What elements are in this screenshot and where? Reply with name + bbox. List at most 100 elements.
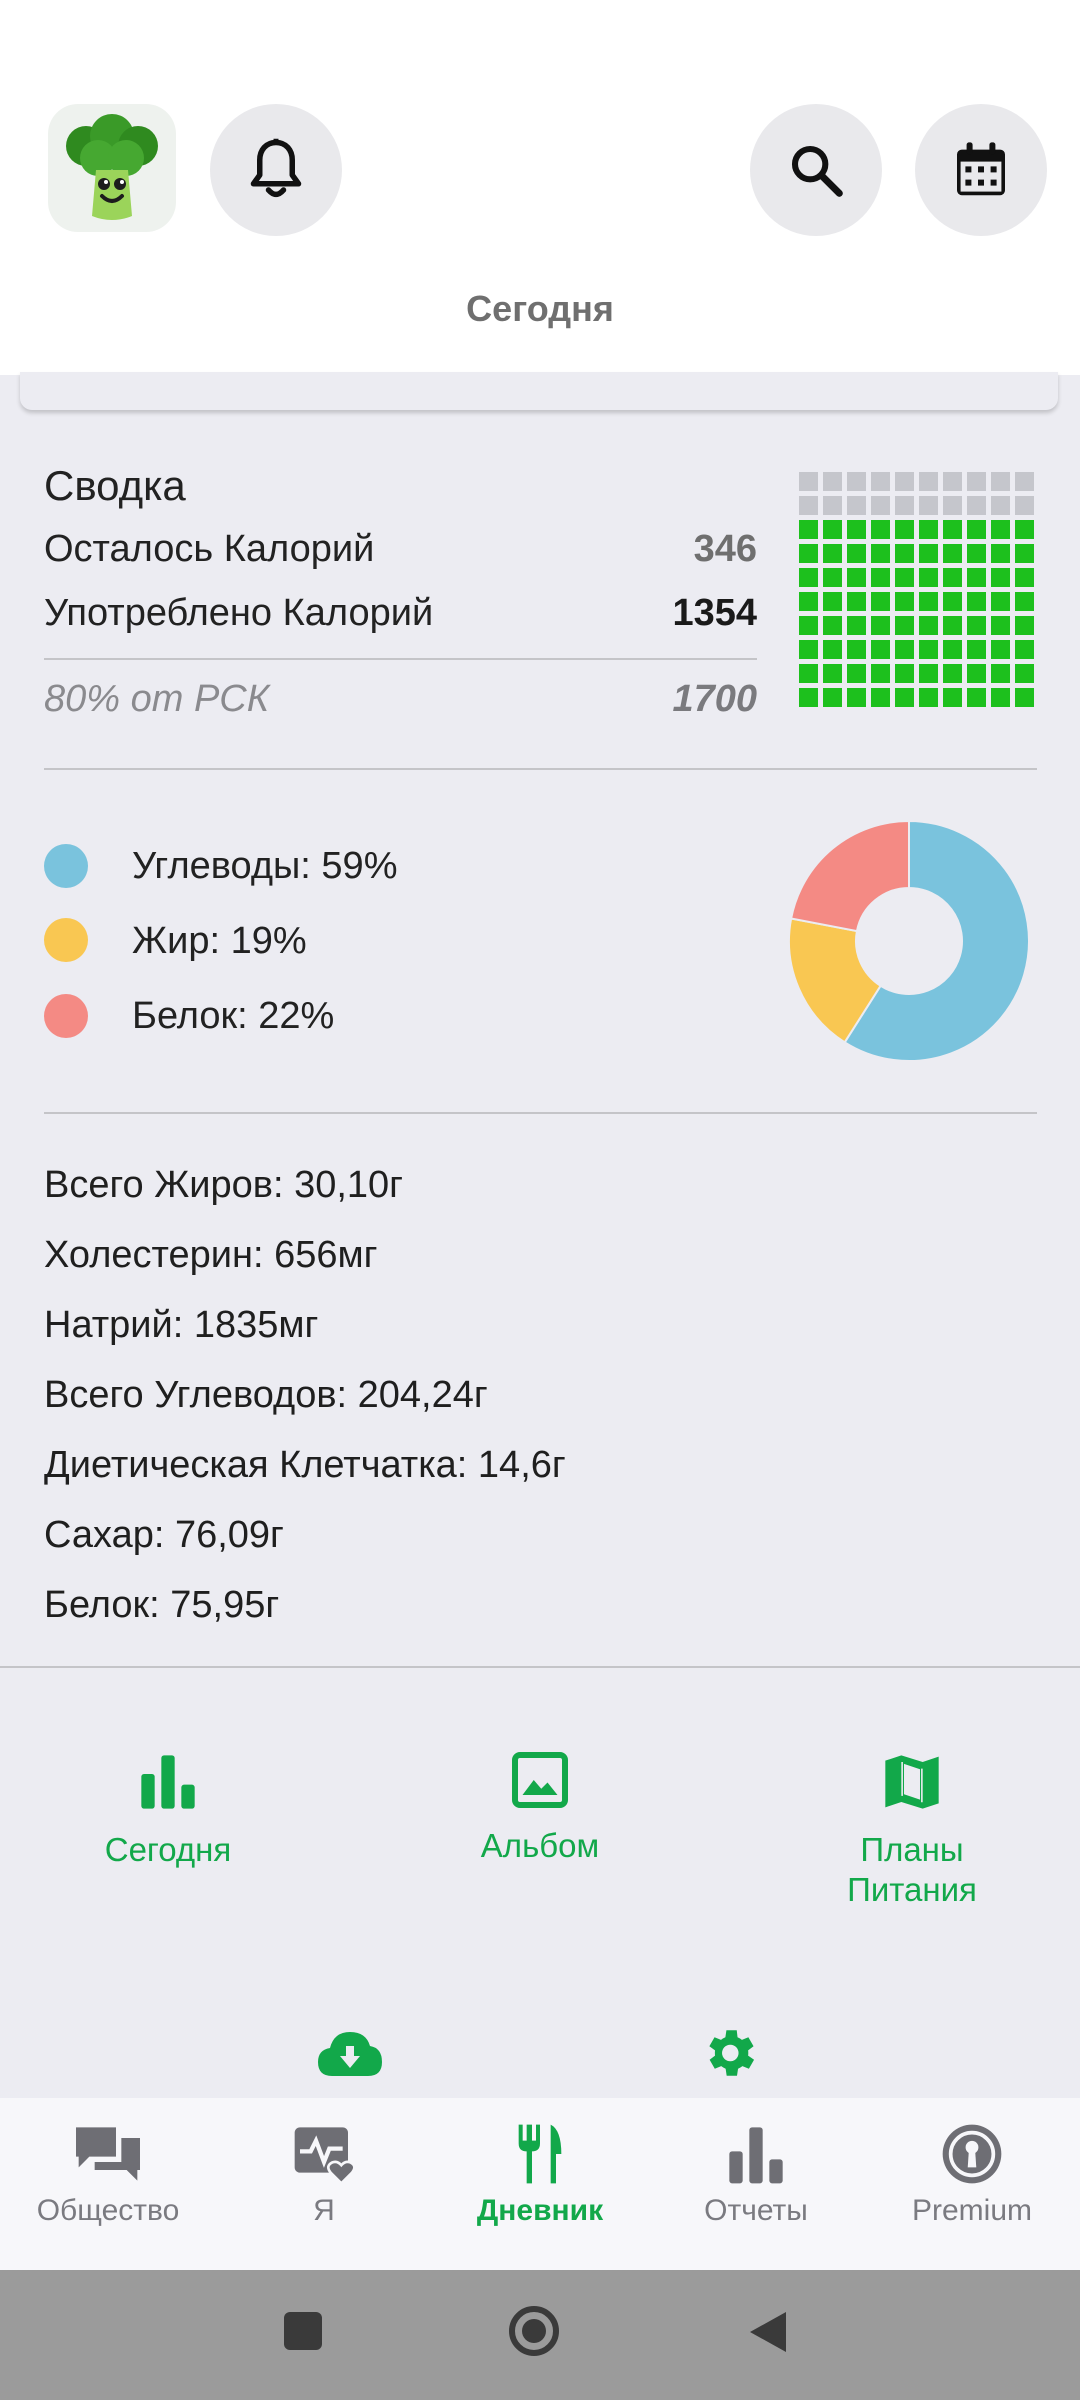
app-header: Сегодня bbox=[0, 0, 1080, 375]
nutrient-total-carbs: Всего Углеводов: 204,24г bbox=[44, 1374, 488, 1416]
grid-cell-empty bbox=[823, 496, 842, 515]
grid-cell-filled bbox=[871, 592, 890, 611]
cloud-download-button[interactable] bbox=[316, 2028, 384, 2078]
album-label: Альбом bbox=[480, 1827, 600, 1864]
home-button[interactable] bbox=[508, 2305, 560, 2357]
grid-cell-filled bbox=[895, 640, 914, 659]
today-report-label: Сегодня bbox=[104, 1831, 232, 1868]
grid-cell-filled bbox=[967, 688, 986, 707]
grid-cell-filled bbox=[943, 544, 962, 563]
back-triangle-icon bbox=[750, 2312, 786, 2352]
nav-diary[interactable]: Дневник bbox=[432, 2122, 648, 2228]
recents-button[interactable] bbox=[284, 2312, 322, 2350]
section-divider-1 bbox=[44, 768, 1037, 770]
grid-cell-filled bbox=[895, 592, 914, 611]
grid-cell-filled bbox=[967, 520, 986, 539]
grid-cell-filled bbox=[919, 592, 938, 611]
grid-cell-filled bbox=[919, 568, 938, 587]
grid-cell-filled bbox=[895, 568, 914, 587]
today-report-button[interactable]: Сегодня bbox=[28, 1750, 308, 1870]
grid-cell-empty bbox=[895, 496, 914, 515]
calendar-icon bbox=[957, 142, 1005, 196]
search-button[interactable] bbox=[750, 104, 882, 236]
grid-cell-filled bbox=[967, 592, 986, 611]
home-circle-icon bbox=[509, 2306, 559, 2356]
grid-cell-filled bbox=[943, 592, 962, 611]
grid-cell-filled bbox=[871, 640, 890, 659]
nav-reports[interactable]: Отчеты bbox=[648, 2122, 864, 2228]
collapsed-card bbox=[20, 372, 1058, 410]
meal-plans-button[interactable]: Планы Питания bbox=[772, 1750, 1052, 1910]
nav-me-label: Я bbox=[313, 2194, 335, 2227]
settings-button[interactable] bbox=[698, 2022, 760, 2084]
grid-cell-filled bbox=[799, 592, 818, 611]
grid-cell-filled bbox=[847, 520, 866, 539]
grid-cell-filled bbox=[919, 664, 938, 683]
meal-plans-label-line1: Планы bbox=[860, 1831, 964, 1868]
broccoli-logo[interactable] bbox=[48, 104, 176, 232]
grid-cell-filled bbox=[967, 640, 986, 659]
grid-cell-filled bbox=[1015, 592, 1034, 611]
grid-cell-filled bbox=[919, 544, 938, 563]
grid-cell-filled bbox=[871, 616, 890, 635]
grid-cell-empty bbox=[943, 496, 962, 515]
rsk-value: 1700 bbox=[672, 678, 757, 720]
grid-cell-filled bbox=[895, 544, 914, 563]
nav-me[interactable]: Я bbox=[216, 2122, 432, 2228]
grid-cell-empty bbox=[847, 472, 866, 491]
grid-cell-empty bbox=[799, 496, 818, 515]
grid-cell-filled bbox=[871, 568, 890, 587]
nav-reports-label: Отчеты bbox=[704, 2194, 808, 2227]
nutrient-total-fat: Всего Жиров: 30,10г bbox=[44, 1164, 404, 1206]
chat-icon bbox=[76, 2127, 140, 2181]
grid-cell-filled bbox=[943, 520, 962, 539]
grid-cell-filled bbox=[967, 616, 986, 635]
fat-legend-dot bbox=[44, 918, 88, 962]
grid-cell-empty bbox=[895, 472, 914, 491]
grid-cell-empty bbox=[967, 472, 986, 491]
grid-cell-filled bbox=[847, 640, 866, 659]
grid-cell-filled bbox=[847, 568, 866, 587]
grid-cell-filled bbox=[991, 592, 1010, 611]
rsk-label: 80% от РСК bbox=[44, 678, 270, 720]
macro-donut-chart bbox=[788, 819, 1030, 1062]
notifications-button[interactable] bbox=[210, 104, 342, 236]
grid-cell-filled bbox=[943, 688, 962, 707]
calorie-grid bbox=[799, 472, 1034, 707]
grid-cell-empty bbox=[1015, 472, 1034, 491]
grid-cell-filled bbox=[799, 568, 818, 587]
grid-cell-filled bbox=[991, 544, 1010, 563]
grid-cell-filled bbox=[943, 640, 962, 659]
nutrient-fiber: Диетическая Клетчатка: 14,6г bbox=[44, 1444, 566, 1486]
album-button[interactable]: Альбом bbox=[400, 1750, 680, 1866]
grid-cell-filled bbox=[799, 664, 818, 683]
grid-cell-filled bbox=[871, 544, 890, 563]
grid-cell-filled bbox=[871, 688, 890, 707]
nav-premium[interactable]: Premium bbox=[864, 2122, 1080, 2228]
nav-community[interactable]: Общество bbox=[0, 2122, 216, 2228]
grid-cell-filled bbox=[895, 520, 914, 539]
fat-legend-label: Жир: 19% bbox=[132, 920, 307, 962]
grid-cell-filled bbox=[919, 520, 938, 539]
cloud-download-icon bbox=[318, 2032, 382, 2076]
grid-cell-filled bbox=[943, 616, 962, 635]
system-navigation-bar bbox=[0, 2270, 1080, 2400]
remaining-calories-value: 346 bbox=[693, 528, 757, 570]
grid-cell-empty bbox=[871, 496, 890, 515]
consumed-calories-label: Употреблено Калорий bbox=[44, 592, 434, 634]
grid-cell-empty bbox=[991, 496, 1010, 515]
nav-community-label: Общество bbox=[36, 2194, 180, 2227]
remaining-calories-label: Осталось Калорий bbox=[44, 528, 375, 570]
grid-cell-filled bbox=[967, 544, 986, 563]
grid-cell-filled bbox=[823, 688, 842, 707]
grid-cell-empty bbox=[871, 472, 890, 491]
nutrient-protein: Белок: 75,95г bbox=[44, 1584, 280, 1626]
consumed-calories-value: 1354 bbox=[672, 592, 757, 634]
calendar-button[interactable] bbox=[915, 104, 1047, 236]
grid-cell-filled bbox=[799, 520, 818, 539]
map-icon bbox=[885, 1755, 939, 1809]
grid-cell-filled bbox=[991, 520, 1010, 539]
grid-cell-filled bbox=[919, 616, 938, 635]
nav-premium-label: Premium bbox=[911, 2194, 1032, 2227]
back-button[interactable] bbox=[748, 2310, 788, 2354]
